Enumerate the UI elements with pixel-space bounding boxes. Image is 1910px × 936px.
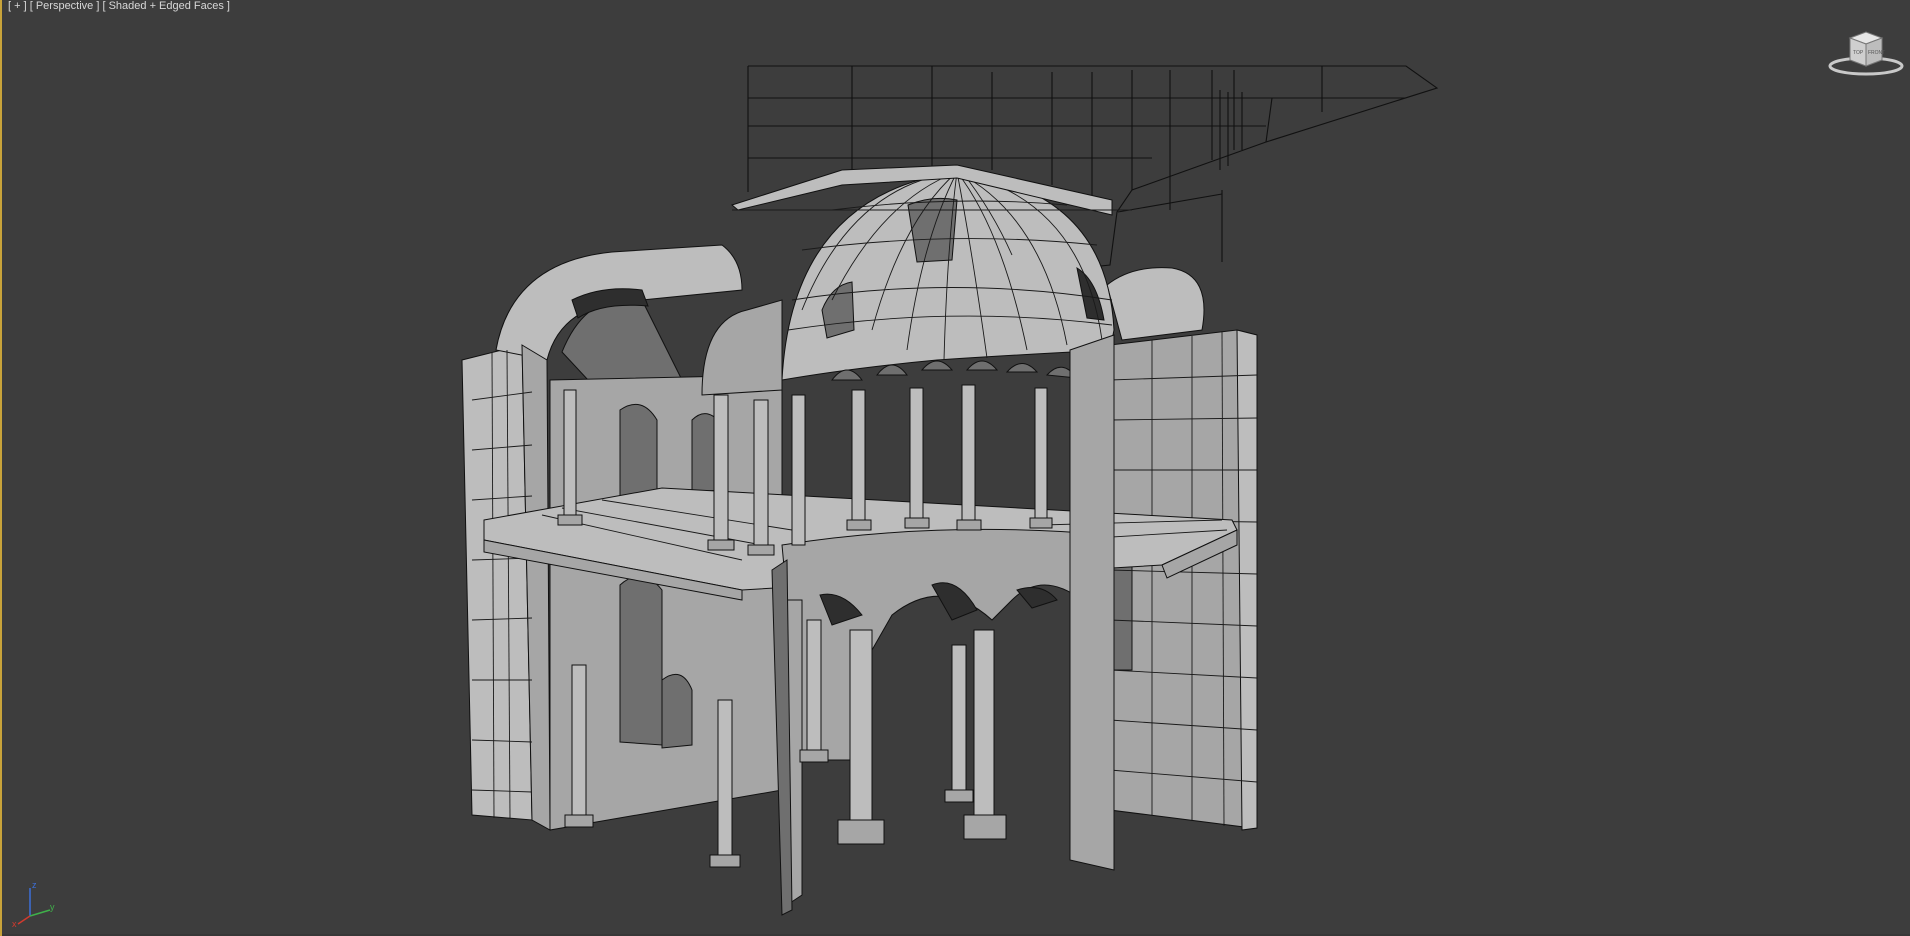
axis-tripod-icon: z y x — [12, 880, 55, 928]
lower-arcade — [771, 528, 1111, 916]
viewcube-top-face[interactable]: TOP — [1853, 50, 1864, 56]
scene-model-render[interactable] — [2, 0, 1910, 936]
perspective-viewport[interactable]: [ + ] [ Perspective ] [ Shaded + Edged F… — [0, 0, 1910, 936]
axis-x-label: x — [12, 919, 17, 928]
viewcube-front-face[interactable]: FRONT — [1868, 50, 1885, 56]
viewcube-navigator[interactable]: TOP FRONT — [1828, 28, 1904, 78]
axis-z-label: z — [32, 880, 37, 890]
axis-y-label: y — [50, 902, 55, 912]
